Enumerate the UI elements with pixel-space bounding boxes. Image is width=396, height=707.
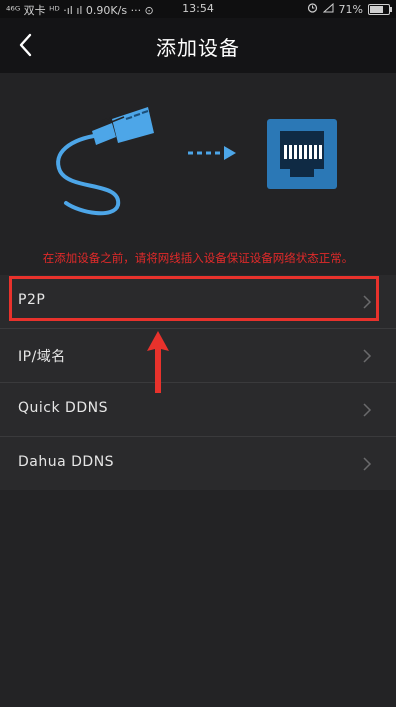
menu-item-label: IP/域名: [18, 349, 66, 365]
menu-item-label: P2P: [18, 292, 46, 308]
menu-item-label: Dahua DDNS: [18, 454, 115, 470]
chevron-right-icon: [363, 295, 372, 309]
chevron-right-icon: [363, 349, 372, 363]
menu-item-ip-domain[interactable]: IP/域名: [0, 329, 396, 383]
menu-item-quick-ddns[interactable]: Quick DDNS: [0, 383, 396, 437]
menu-item-p2p[interactable]: P2P: [0, 275, 396, 329]
page-title: 添加设备: [156, 36, 240, 60]
menu-item-dahua-ddns[interactable]: Dahua DDNS: [0, 437, 396, 490]
red-arrow-up-icon: [147, 331, 169, 393]
battery-fill: [370, 5, 383, 13]
chevron-right-icon: [363, 403, 372, 417]
nav-bar: 添加设备: [0, 18, 396, 73]
battery-percent: 71%: [338, 2, 363, 16]
battery-icon: [368, 3, 392, 15]
status-bar: ⁴⁶ᴳ 双卡 ᴴᴰ ·ıl ıl 0.90K/s ··· ⊙ 13:54 71%: [0, 0, 396, 18]
status-right: 71%: [307, 2, 392, 16]
menu-item-label: Quick DDNS: [18, 400, 108, 416]
ethernet-cable-icon: [56, 107, 154, 216]
connection-illustration: [0, 73, 396, 248]
alarm-icon: [307, 2, 318, 16]
chevron-right-icon: [363, 457, 372, 471]
ethernet-port-icon: [267, 119, 337, 189]
connection-method-list: P2P IP/域名 Quick DDNS Dahua DDNS: [0, 275, 396, 490]
dashed-arrow-right-icon: [188, 146, 236, 160]
signal-icon: [322, 2, 334, 16]
warning-notice: 在添加设备之前，请将网线插入设备保证设备网络状态正常。: [42, 251, 354, 265]
